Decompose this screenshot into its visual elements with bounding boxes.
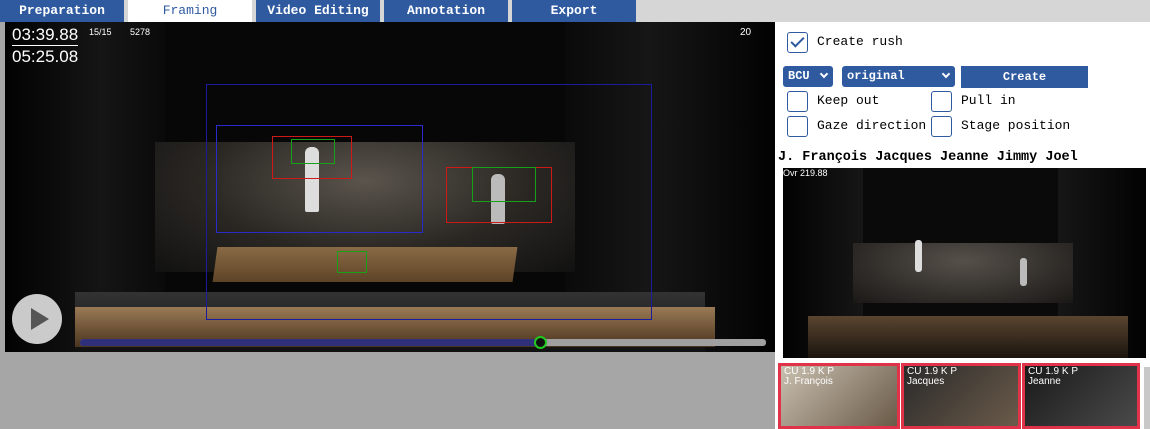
create-rush-label: Create rush (817, 34, 903, 49)
timeline-scrubber[interactable] (80, 336, 766, 349)
frame-id: 5278 (130, 27, 151, 37)
tab-bar: Preparation Framing Video Editing Annota… (0, 0, 1150, 22)
framing-preview: Ovr 219.88 (783, 168, 1146, 358)
create-button[interactable]: Create (961, 66, 1088, 88)
preview-stage (853, 243, 1073, 303)
checkmark-icon (790, 33, 805, 48)
shot-size-value: BCU (788, 69, 810, 83)
thumbnail-strip: CU 1.9 K P J. François CU 1.9 K P Jacque… (778, 363, 1150, 429)
chevron-down-icon (941, 69, 951, 79)
tab-video-editing[interactable]: Video Editing (256, 0, 382, 22)
frame-counter: 15/15 (89, 27, 112, 37)
framing-box-table[interactable] (337, 251, 367, 273)
current-time: 03:39.88 (12, 25, 79, 44)
preview-actor (1020, 258, 1027, 286)
play-button[interactable] (12, 294, 62, 344)
stage-position-label: Stage position (961, 118, 1071, 133)
corner-number: 20 (740, 27, 752, 38)
video-player[interactable]: 03:39.88 05:25.08 15/15 5278 20 (5, 22, 775, 352)
framing-mode-value: original (847, 69, 905, 83)
actors-list: J. François Jacques Jeanne Jimmy Joel (778, 150, 1078, 165)
tab-export[interactable]: Export (512, 0, 638, 22)
framing-box-actor-2-face[interactable] (472, 167, 536, 202)
framing-mode-select[interactable]: original (842, 66, 955, 87)
tab-preparation[interactable]: Preparation (0, 0, 126, 22)
total-time: 05:25.08 (12, 45, 79, 66)
keep-out-label: Keep out (817, 93, 880, 108)
tab-annotation[interactable]: Annotation (384, 0, 510, 22)
thumbnail-jacques[interactable]: CU 1.9 K P Jacques (901, 363, 1021, 429)
chevron-down-icon (819, 69, 829, 79)
preview-desk (808, 316, 1128, 358)
thumbnail-name: Jeanne (1028, 376, 1061, 387)
gaze-direction-label: Gaze direction (817, 118, 927, 133)
preview-label: Ovr 219.88 (783, 168, 828, 178)
create-rush-checkbox[interactable] (787, 32, 808, 53)
thumbnail-j-francois[interactable]: CU 1.9 K P J. François (778, 363, 900, 429)
right-panel: Create rush BCU original Create Keep out… (778, 22, 1150, 429)
thumbnail-jeanne[interactable]: CU 1.9 K P Jeanne (1022, 363, 1140, 429)
gaze-direction-checkbox[interactable] (787, 116, 808, 137)
shot-size-select[interactable]: BCU (783, 66, 833, 87)
timeline-handle[interactable] (533, 336, 547, 349)
timeline-progress (80, 339, 540, 346)
tab-framing[interactable]: Framing (128, 0, 254, 22)
preview-actor (915, 240, 922, 272)
pull-in-label: Pull in (961, 93, 1016, 108)
play-icon (31, 308, 49, 330)
thumbnail-name: Jacques (907, 376, 945, 387)
framing-box-actor-1-face[interactable] (291, 139, 335, 164)
thumbnail-name: J. François (784, 376, 833, 387)
stage-position-checkbox[interactable] (931, 116, 952, 137)
thumbnail-scrollbar[interactable] (1144, 367, 1150, 429)
keep-out-checkbox[interactable] (787, 91, 808, 112)
pull-in-checkbox[interactable] (931, 91, 952, 112)
